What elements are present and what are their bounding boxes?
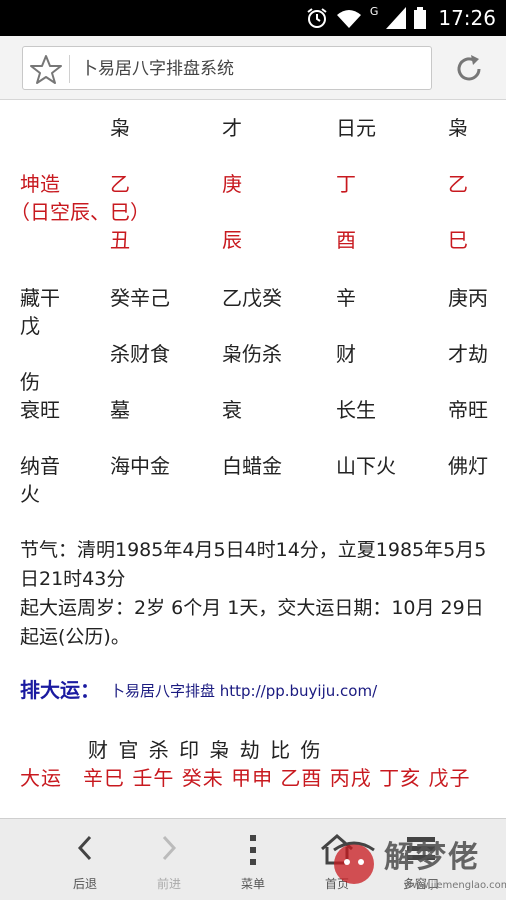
dayun-link[interactable]: 卜易居八字排盘 http://pp.buyiju.com/ (110, 680, 377, 702)
hidden-stems-year: 癸辛己 (110, 286, 170, 310)
solar-terms-text: 节气：清明1985年4月5日4时14分，立夏1985年5月5日21时43分 (20, 539, 487, 590)
network-type-label: G (369, 4, 379, 18)
reload-icon[interactable] (452, 52, 486, 86)
gender-label: 坤造 (20, 172, 60, 196)
header-god-month: 才 (222, 116, 242, 140)
bazi-chart-content: 枭 才 日元 枭 坤造 乙 庚 丁 乙 （日空辰、巳） 丑 辰 酉 巳 藏干 癸… (0, 100, 506, 818)
battery-icon (414, 7, 427, 29)
hidden-gods-wrap: 伤 (20, 370, 40, 394)
hidden-stems-label: 藏干 (20, 286, 60, 310)
nayin-label: 纳音 (20, 454, 60, 478)
nayin-month: 白蜡金 (222, 454, 282, 478)
void-note: （日空辰、巳） (10, 200, 150, 224)
hidden-gods-year: 杀财食 (110, 342, 170, 366)
header-god-day: 日元 (336, 116, 376, 140)
dayun-heading: 排大运： (20, 678, 100, 702)
menu-label: 菜单 (240, 877, 265, 891)
forward-label: 前进 (156, 877, 181, 891)
star-icon[interactable] (29, 53, 63, 85)
stem-year: 乙 (110, 172, 130, 196)
life-stage-label: 衰旺 (20, 398, 60, 422)
alarm-icon (307, 8, 327, 28)
watermark-domain: www.jiemenglao.com (404, 880, 506, 891)
branch-day: 酉 (336, 228, 356, 252)
header-god-year: 枭 (110, 116, 130, 140)
branch-year: 丑 (110, 228, 130, 252)
nayin-year: 海中金 (110, 454, 170, 478)
branch-month: 辰 (222, 228, 242, 252)
back-label: 后退 (72, 877, 97, 891)
hidden-gods-month: 枭伤杀 (222, 342, 282, 366)
nayin-wrap: 火 (20, 482, 40, 506)
watermark-brand: 解梦佬 (384, 840, 480, 875)
life-stage-year: 墓 (110, 398, 130, 422)
url-field[interactable]: 卜易居八字排盘系统 (22, 46, 432, 90)
hidden-stems-month: 乙戊癸 (222, 286, 282, 310)
hidden-stems-label-wrap: 戊 (20, 314, 40, 338)
forward-arrow-icon (162, 835, 177, 861)
stem-hour: 乙 (448, 172, 468, 196)
back-button[interactable]: 后退 (40, 819, 130, 900)
hidden-stems-day: 辛 (336, 286, 356, 310)
forward-button[interactable]: 前进 (124, 819, 214, 900)
back-arrow-icon (77, 835, 92, 861)
hidden-gods-hour: 才劫 (448, 342, 488, 366)
dayun-gods-row: 财 官 杀 印 枭 劫 比 伤 (88, 738, 323, 762)
page-title[interactable]: 卜易居八字排盘系统 (81, 47, 234, 91)
life-stage-month: 衰 (222, 398, 242, 422)
menu-button[interactable]: 菜单 (208, 819, 298, 900)
watermark-logo-icon (333, 841, 375, 884)
nayin-day: 山下火 (336, 454, 396, 478)
browser-address-bar: 卜易居八字排盘系统 (0, 36, 506, 100)
wifi-icon (336, 10, 361, 28)
url-divider (69, 55, 70, 83)
status-bar: G 17:26 (0, 0, 506, 36)
nayin-hour: 佛灯 (448, 454, 488, 478)
life-stage-hour: 帝旺 (448, 398, 488, 422)
site-watermark: 解梦佬 www.jiemenglao.com (320, 828, 506, 900)
stem-month: 庚 (222, 172, 242, 196)
header-god-hour: 枭 (448, 116, 468, 140)
signal-icon (386, 7, 407, 29)
branch-hour: 巳 (448, 228, 468, 252)
dayun-pillars-row: 大运 辛巳 壬午 癸未 甲申 乙酉 丙戌 丁亥 戊子 (20, 766, 471, 790)
hidden-stems-hour: 庚丙 (448, 286, 488, 310)
status-time: 17:26 (438, 6, 496, 30)
start-luck-text: 起大运周岁：2岁 6个月 1天，交大运日期：10月 29日起运(公历)。 (20, 597, 484, 648)
menu-dots-icon (250, 835, 256, 865)
life-stage-day: 长生 (336, 398, 376, 422)
hidden-gods-day: 财 (336, 342, 356, 366)
stem-day: 丁 (336, 172, 356, 196)
